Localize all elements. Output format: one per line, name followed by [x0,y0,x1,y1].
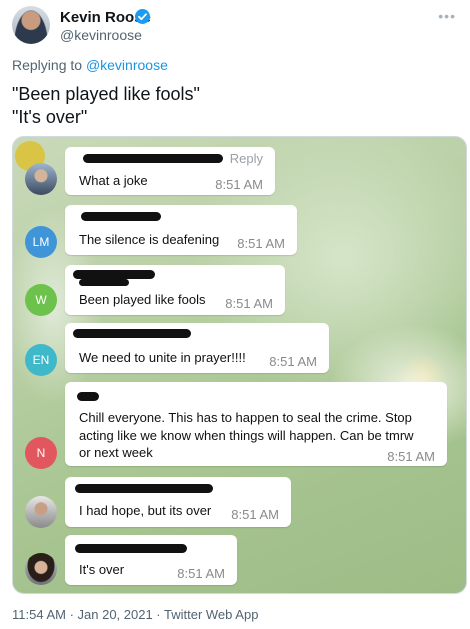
message-text-line: or next week [79,445,153,460]
chat-bubble: I had hope, but its over 8:51 AM [65,477,291,527]
tweet-line: "It's over" [12,107,88,127]
sender-avatar [25,553,57,585]
chat-bubble: The silence is deafening 8:51 AM [65,205,297,255]
author-handle[interactable]: @kevinroose [60,27,142,43]
message-text: The silence is deafening [79,232,220,247]
message-time: 8:51 AM [225,296,273,311]
tweet-text: "Been played like fools" "It's over" [12,83,200,129]
message-text-line: Chill everyone. This has to happen to se… [79,410,412,425]
message-time: 8:51 AM [237,236,285,251]
redacted-name [73,329,191,338]
replying-target-link[interactable]: @kevinroose [86,57,168,73]
message-text: Been played like fools [79,292,206,307]
redacted-name [77,392,99,401]
sender-avatar [25,496,57,528]
message-time: 8:51 AM [215,177,263,192]
redacted-name [81,212,161,221]
sender-avatar [25,163,57,195]
message-text-line: acting like we know when things will hap… [79,428,414,443]
replying-prefix: Replying to [12,57,83,73]
message-text: What a joke [79,173,148,188]
chat-bubble: We need to unite in prayer!!!! 8:51 AM [65,323,329,373]
message-time: 8:51 AM [387,449,435,464]
author-avatar[interactable] [12,6,50,44]
message-time: 8:51 AM [269,354,317,369]
chat-bubble: It's over 8:51 AM [65,535,237,585]
tweet-line: "Been played like fools" [12,84,200,104]
message-time: 8:51 AM [177,566,225,581]
chat-bubble: Been played like fools 8:51 AM [65,265,285,315]
message-text: It's over [79,562,125,577]
reply-label: Reply [229,151,263,166]
redacted-name [75,484,213,493]
sender-avatar: LM [25,226,57,258]
message-time: 8:51 AM [231,507,279,522]
tweet-media-image[interactable]: Reply What a joke 8:51 AM LM The silence… [12,136,467,594]
chat-bubble: Chill everyone. This has to happen to se… [65,382,447,466]
redacted-name [75,544,187,553]
chat-bubble: Reply What a joke 8:51 AM [65,147,275,195]
tweet-metadata[interactable]: 11:54 AM · Jan 20, 2021 · Twitter Web Ap… [12,607,258,622]
more-options-icon[interactable]: ••• [438,8,456,24]
message-text: We need to unite in prayer!!!! [79,350,246,365]
redacted-name [79,279,129,286]
replying-to: Replying to @kevinroose [12,57,168,73]
sender-avatar: W [25,284,57,316]
verified-badge-icon [135,9,150,24]
message-text: I had hope, but its over [79,503,212,518]
redacted-name [73,270,155,279]
sender-avatar: N [25,437,57,469]
sender-avatar: EN [25,344,57,376]
redacted-name [83,154,223,163]
